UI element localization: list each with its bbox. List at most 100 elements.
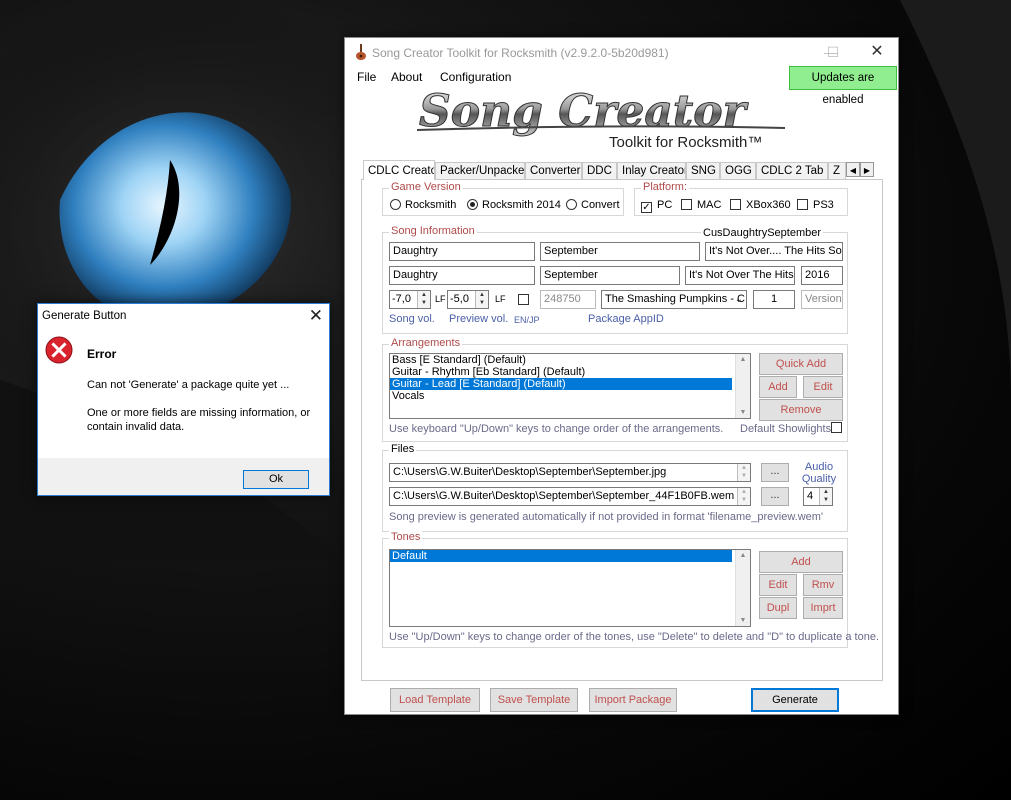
spin-arrows-icon[interactable]: ▲ ▼ [417,291,430,308]
ok-button[interactable]: Ok [243,470,309,489]
platform-group: Platform: ✓ PC MAC XBox360 PS3 [634,181,848,216]
platform-title: Platform: [641,181,690,193]
updates-status-badge[interactable]: Updates are enabled [789,66,897,106]
list-item-selected[interactable]: Default [390,550,732,562]
artist-sort-field[interactable]: Daughtry [389,266,535,285]
tab-ddc[interactable]: DDC [582,162,617,179]
spin-arrows-icon[interactable]: ▲ ▼ [737,464,750,481]
guitar-app-icon [356,44,366,60]
tab-scroll-left-icon[interactable]: ◀ [846,162,860,177]
version-field[interactable]: Version [801,290,843,309]
browse-album-art-button[interactable]: ... [761,463,789,482]
app-id-combo[interactable]: The Smashing Pumpkins - C ⌄ [601,290,747,309]
album-field[interactable]: It's Not Over.... The Hits So [705,242,843,261]
tones-scrollbar[interactable]: ▲ ▼ [735,550,750,626]
checkbox-default-showlights[interactable] [831,422,847,434]
generate-error-dialog: Generate Button ✕ Error Can not 'Generat… [37,303,330,496]
edit-arrangement-button[interactable]: Edit [803,376,843,398]
tab-overflow[interactable]: Z [828,162,846,179]
cdlc-creator-panel: Game Version Rocksmith Rocksmith 2014 Co… [361,179,883,712]
preview-volume-stepper[interactable]: -5,0 ▲ ▼ [447,290,489,309]
scroll-up-icon[interactable]: ▲ [736,552,750,559]
scroll-up-icon[interactable]: ▲ [736,356,750,363]
tab-converter[interactable]: Converter [525,162,582,179]
checkbox-mac[interactable]: MAC [681,199,721,211]
dialog-body: Error Can not 'Generate' a package quite… [38,328,329,458]
tones-list[interactable]: Default ▲ ▼ [389,549,751,627]
import-tone-button[interactable]: Imprt [803,597,843,619]
radio-convert[interactable]: Convert [566,199,620,211]
tab-inlay-creator[interactable]: Inlay Creator [617,162,686,179]
radio-rocksmith[interactable]: Rocksmith [390,199,456,211]
add-arrangement-button[interactable]: Add [759,376,797,398]
remove-arrangement-button[interactable]: Remove [759,399,843,421]
arrangements-title: Arrangements [389,337,463,349]
import-package-button[interactable]: Import Package [589,688,677,712]
list-item[interactable]: Guitar - Rhythm [Eb Standard] (Default) [390,366,750,378]
arrangements-list[interactable]: Bass [E Standard] (Default) Guitar - Rhy… [389,353,751,419]
spin-arrows-icon[interactable]: ▲ ▼ [475,291,488,308]
checkbox-xbox360[interactable]: XBox360 [730,199,791,211]
album-sort-field[interactable]: It's Not Over The Hits S [685,266,795,285]
load-template-button[interactable]: Load Template [390,688,480,712]
dialog-message-line: Can not 'Generate' a package quite yet .… [87,379,290,391]
chevron-down-icon: ⌄ [734,294,743,305]
radio-rocksmith-2014[interactable]: Rocksmith 2014 [467,199,561,211]
edit-tone-button[interactable]: Edit [759,574,797,596]
spin-arrows-icon[interactable]: ▲ ▼ [737,488,750,505]
version-number-field[interactable]: 1 [753,290,795,309]
tab-ogg[interactable]: OGG [720,162,756,179]
preview-vol-lf-label: LF [495,294,506,304]
title-bar[interactable]: Song Creator Toolkit for Rocksmith (v2.9… [345,38,898,66]
song-title-field[interactable]: September [540,242,700,261]
list-item[interactable]: Vocals [390,390,750,402]
menu-configuration[interactable]: Configuration [440,70,511,84]
list-item[interactable]: Bass [E Standard] (Default) [390,354,750,366]
checkbox-enjp[interactable] [518,294,534,306]
title-sort-field[interactable]: September [540,266,680,285]
maximize-button[interactable]: ☐ [813,41,853,63]
error-icon [45,336,73,364]
enjp-label: EN/JP [514,315,540,325]
add-tone-button[interactable]: Add [759,551,843,573]
app-id-field[interactable]: 248750 [540,290,596,309]
checkbox-icon [518,294,529,305]
tab-cdlc-creator[interactable]: CDLC Creator [363,160,435,180]
checkmark-icon: ✓ [641,202,652,213]
arrangements-scrollbar[interactable]: ▲ ▼ [735,354,750,418]
menu-about[interactable]: About [391,70,422,84]
spin-arrows-icon[interactable]: ▲ ▼ [819,488,832,505]
tab-packer-unpacker[interactable]: Packer/Unpacker [435,162,525,179]
browse-audio-button[interactable]: ... [761,487,789,506]
audio-quality-stepper[interactable]: 4 ▲ ▼ [803,487,833,506]
preview-vol-label: Preview vol. [449,313,509,325]
checkbox-pc[interactable]: ✓ PC [641,199,672,213]
audio-path-field[interactable]: C:\Users\G.W.Buiter\Desktop\September\Se… [389,487,751,506]
list-item-selected[interactable]: Guitar - Lead [E Standard] (Default) [390,378,732,390]
tab-scroll-right-icon[interactable]: ▶ [860,162,874,177]
generate-button[interactable]: Generate [751,688,839,712]
dialog-title-bar[interactable]: Generate Button ✕ [38,304,329,328]
song-volume-stepper[interactable]: -7,0 ▲ ▼ [389,290,431,309]
artist-field[interactable]: Daughtry [389,242,535,261]
dialog-close-icon[interactable]: ✕ [309,306,323,326]
song-vol-label: Song vol. [389,313,435,325]
arrangements-hint: Use keyboard "Up/Down" keys to change or… [389,423,724,435]
menu-file[interactable]: File [357,70,376,84]
window-title: Song Creator Toolkit for Rocksmith (v2.9… [372,46,669,60]
svg-text:Song Creator: Song Creator [419,90,749,137]
tab-cdlc-2-tab[interactable]: CDLC 2 Tab [756,162,828,179]
scroll-down-icon[interactable]: ▼ [736,617,750,624]
checkbox-ps3[interactable]: PS3 [797,199,834,211]
scroll-down-icon[interactable]: ▼ [736,409,750,416]
remove-tone-button[interactable]: Rmv [803,574,843,596]
album-art-path-field[interactable]: C:\Users\G.W.Buiter\Desktop\September\Se… [389,463,751,482]
tones-title: Tones [389,531,423,543]
save-template-button[interactable]: Save Template [490,688,578,712]
dialog-message-line: One or more fields are missing informati… [87,407,311,433]
quick-add-button[interactable]: Quick Add [759,353,843,375]
duplicate-tone-button[interactable]: Dupl [759,597,797,619]
tab-sng[interactable]: SNG [686,162,720,179]
year-field[interactable]: 2016 [801,266,843,285]
close-button[interactable]: ✕ [857,41,897,63]
